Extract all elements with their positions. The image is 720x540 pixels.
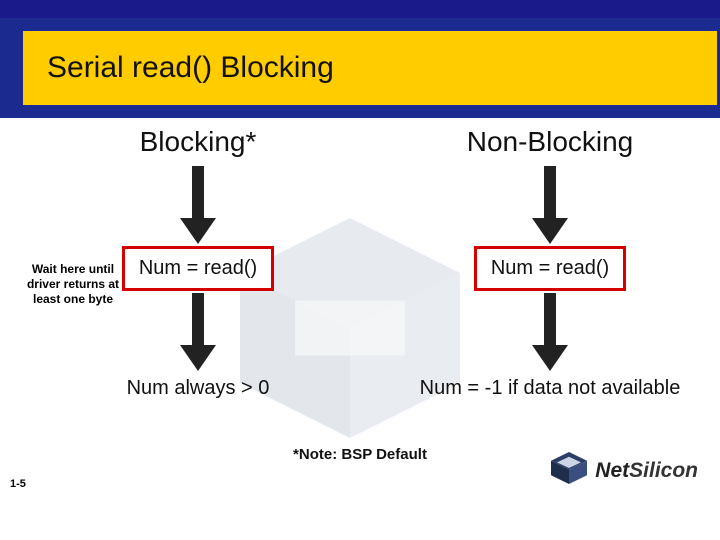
title-yellow-panel: Serial read() Blocking: [20, 28, 720, 108]
content-area: Blocking* Num = read() Wait here until d…: [0, 118, 720, 498]
arrow-down-icon: [180, 166, 216, 244]
nonblocking-read-box: Num = read(): [474, 246, 626, 291]
nonblocking-side-caption: Return Immediately: [714, 268, 720, 298]
blocking-column: Blocking* Num = read() Wait here until d…: [28, 126, 368, 400]
brand-name-part-b: Silicon: [629, 459, 698, 482]
nonblocking-result: Num = -1 if data not available: [420, 377, 681, 400]
arrow-down-icon: [180, 293, 216, 371]
brand-name: NetSilicon: [595, 459, 698, 483]
blocking-heading: Blocking*: [140, 126, 257, 158]
cube-icon: [549, 451, 589, 490]
arrow-down-icon: [532, 293, 568, 371]
arrow-down-icon: [532, 166, 568, 244]
blocking-result: Num always > 0: [127, 377, 270, 400]
brand-logo: NetSilicon: [549, 451, 698, 490]
title-band: Serial read() Blocking: [0, 18, 720, 118]
page-number: 1-5: [10, 478, 26, 490]
blocking-read-box: Num = read(): [122, 246, 274, 291]
blocking-side-caption: Wait here until driver returns at least …: [20, 262, 126, 307]
nonblocking-column: Non-Blocking Num = read() Return Immedia…: [380, 126, 720, 400]
nonblocking-heading: Non-Blocking: [467, 126, 634, 158]
page-title: Serial read() Blocking: [47, 51, 334, 85]
brand-name-part-a: Net: [595, 459, 629, 482]
top-blue-strip: [0, 0, 720, 18]
